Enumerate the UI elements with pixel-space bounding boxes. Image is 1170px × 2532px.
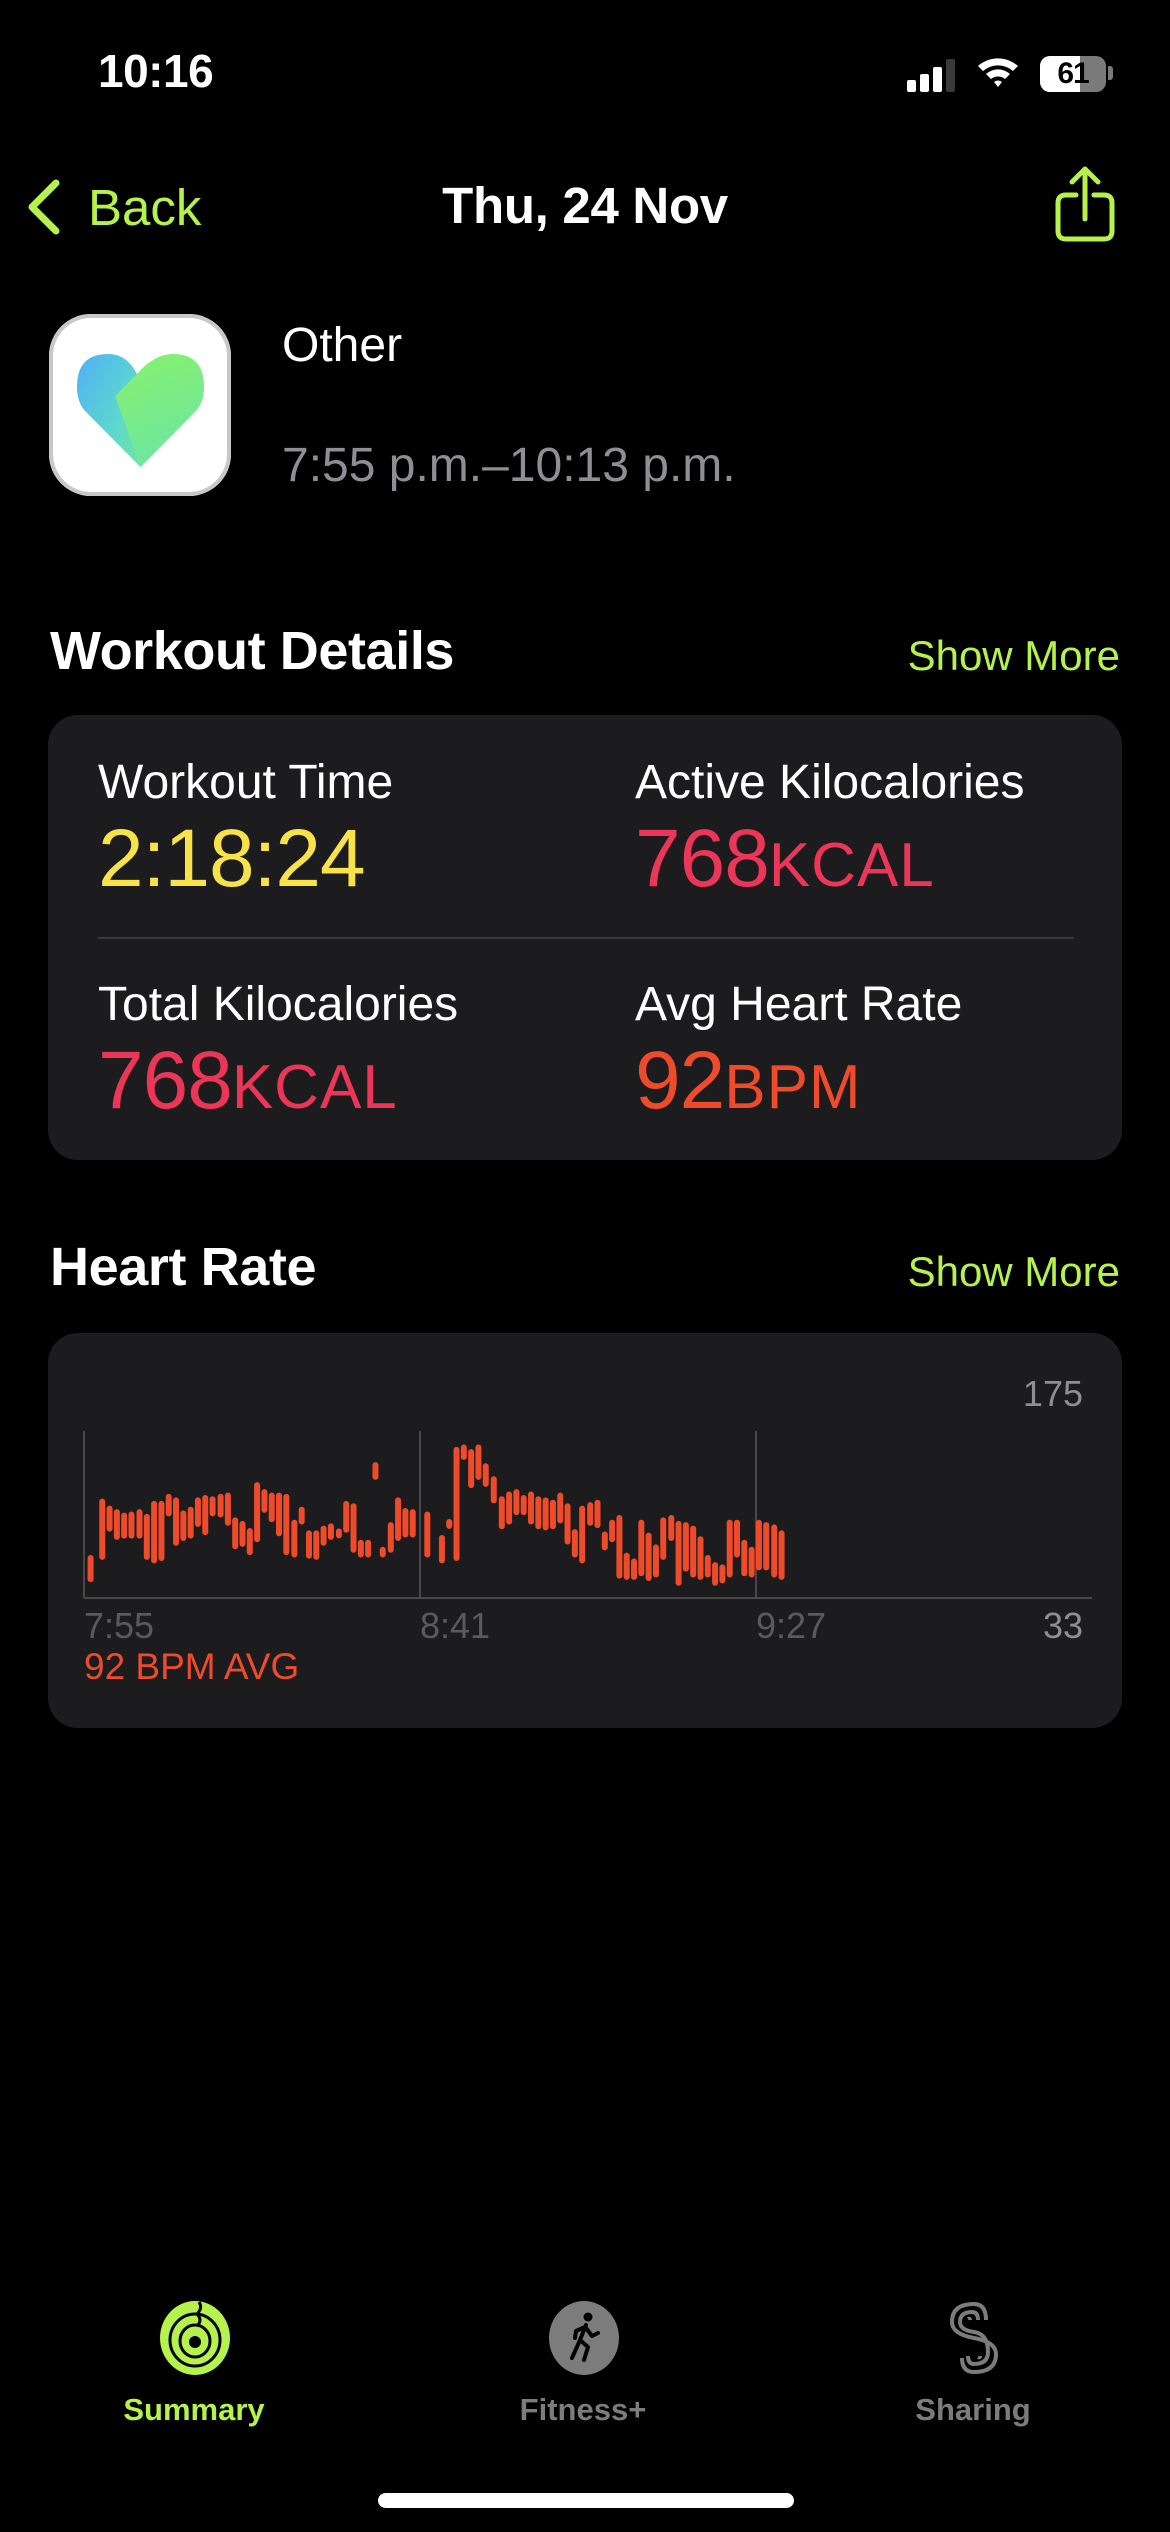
heart-rate-title: Heart Rate [50,1237,317,1297]
x-tick-label: 9:27 [756,1605,826,1646]
cellular-signal-icon [907,58,955,92]
divider [98,937,1074,939]
metric-number: 2:18:24 [98,813,366,904]
heart-icon [77,354,204,467]
workout-type: Other [282,319,403,372]
metric-label: Workout Time [98,756,394,809]
metric-workout-time: Workout Time 2:18:24 [98,755,393,900]
workout-details-title: Workout Details [50,621,455,681]
running-figure-icon [549,2301,619,2375]
metric-value: 92BPM [635,1040,962,1122]
metric-avg-heart-rate: Avg Heart Rate 92BPM [635,977,962,1122]
metric-label: Total Kilocalories [98,978,459,1031]
x-tick-label: 7:55 [84,1605,154,1646]
tab-label: Sharing [915,2392,1031,2427]
metric-label: Active Kilocalories [635,756,1025,809]
metric-value: 768KCAL [98,1040,458,1122]
tab-label: Summary [123,2392,265,2427]
share-icon [1055,166,1115,242]
workout-details-card: Workout Time 2:18:24 Active Kilocalories… [48,715,1122,1160]
tab-summary[interactable]: Summary [64,2300,324,2430]
tab-sharing[interactable]: Sharing [843,2300,1103,2430]
x-tick-label: 8:41 [420,1605,490,1646]
y-axis-max-label: 175 [1023,1373,1083,1414]
activity-rings-icon [160,2301,230,2375]
metric-value: 768KCAL [635,818,1024,900]
y-axis-min-label: 33 [1043,1605,1083,1646]
status-time: 10:16 [98,45,214,97]
battery-icon: 61 [1040,56,1106,92]
heart-rate-average: 92 BPM AVG [84,1646,300,1687]
metric-unit: KCAL [231,1053,398,1122]
share-button[interactable] [1050,164,1120,246]
tab-fitness-plus[interactable]: Fitness+ [453,2300,713,2430]
wifi-icon [975,52,1021,92]
metric-number: 768 [635,813,770,904]
battery-percent: 61 [1057,57,1089,90]
heart-rate-show-more[interactable]: Show More [908,1248,1120,1296]
metric-unit: KCAL [768,831,935,900]
metric-active-kilocalories: Active Kilocalories 768KCAL [635,755,1024,900]
sharing-icon [949,2301,999,2375]
metric-label: Avg Heart Rate [635,978,963,1031]
metric-unit: BPM [724,1053,862,1122]
page-title: Thu, 24 Nov [442,177,728,234]
tab-label: Fitness+ [519,2392,647,2427]
heart-rate-card[interactable]: 175 33 7:55 8:41 9:27 92 BPM AVG [48,1333,1122,1728]
workout-app-icon [49,314,231,496]
metric-value: 2:18:24 [98,818,393,900]
metric-total-kilocalories: Total Kilocalories 768KCAL [98,977,458,1122]
home-indicator[interactable] [378,2493,794,2508]
battery-nub [1108,66,1113,80]
workout-time-range: 7:55 p.m.–10:13 p.m. [282,439,736,492]
workout-details-show-more[interactable]: Show More [908,632,1120,680]
metric-number: 768 [98,1035,233,1126]
metric-number: 92 [635,1035,725,1126]
